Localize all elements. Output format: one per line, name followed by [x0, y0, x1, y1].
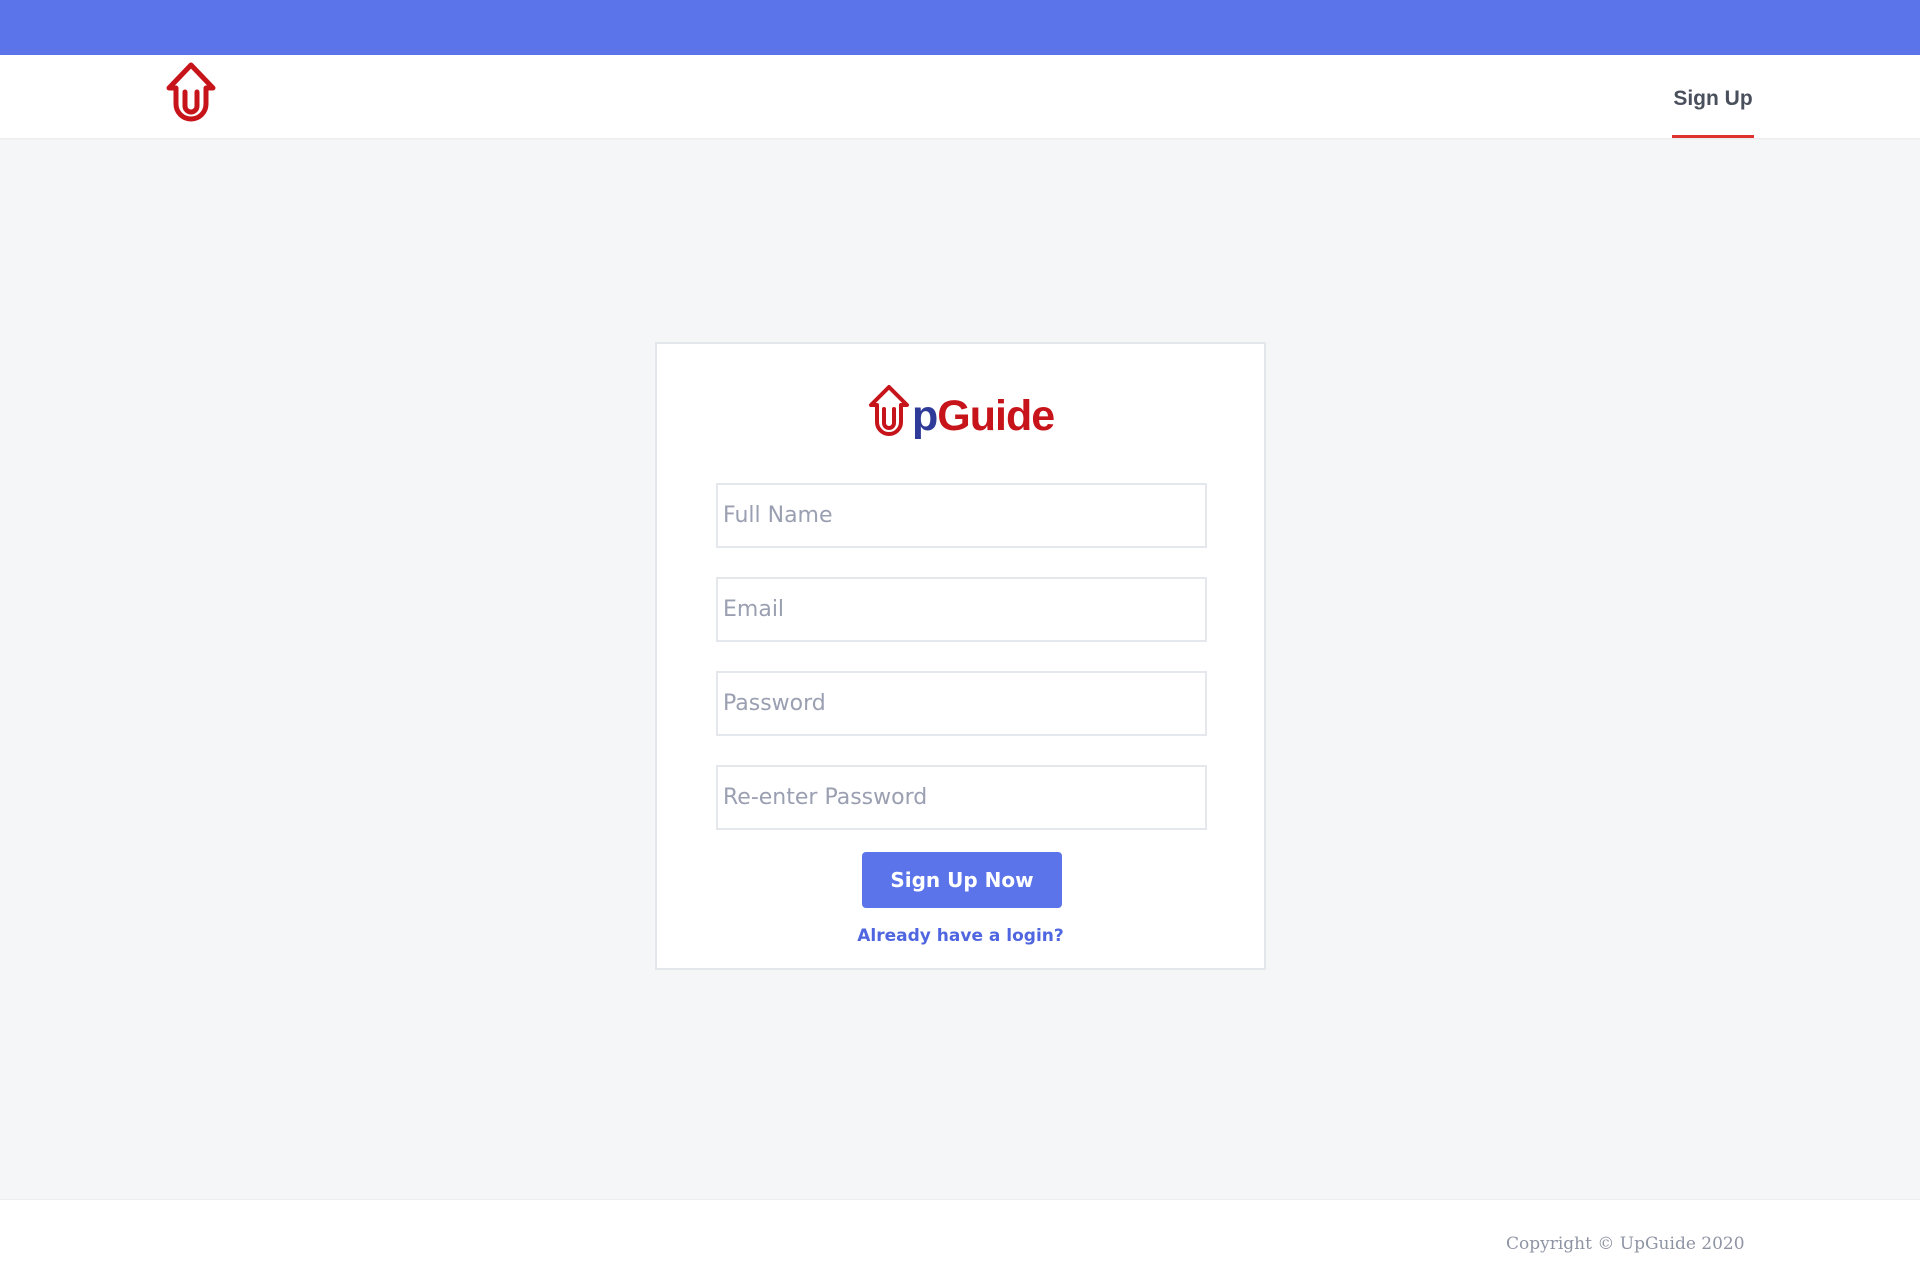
footer: Copyright © UpGuide 2020 [0, 1199, 1920, 1285]
logo-text-guide: Guide [937, 392, 1055, 440]
reenter-password-field[interactable] [716, 765, 1207, 830]
header-bar: Sign Up [0, 55, 1920, 138]
signup-card: pGuide Sign Up Now Already have a login? [655, 342, 1266, 970]
upguide-brand-logo: pGuide [867, 384, 1057, 446]
password-field[interactable] [716, 671, 1207, 736]
email-field[interactable] [716, 577, 1207, 642]
signup-now-button[interactable]: Sign Up Now [862, 852, 1062, 908]
upguide-logo-icon[interactable] [163, 62, 219, 130]
logo-text-p: p [912, 392, 938, 440]
nav-signup-tab[interactable]: Sign Up [1672, 82, 1754, 138]
upguide-u-arrow-icon [869, 385, 909, 436]
full-name-field[interactable] [716, 483, 1207, 548]
already-have-login-link[interactable]: Already have a login? [657, 926, 1264, 946]
copyright-text: Copyright © UpGuide 2020 [1506, 1234, 1745, 1254]
top-accent-bar [0, 0, 1920, 55]
